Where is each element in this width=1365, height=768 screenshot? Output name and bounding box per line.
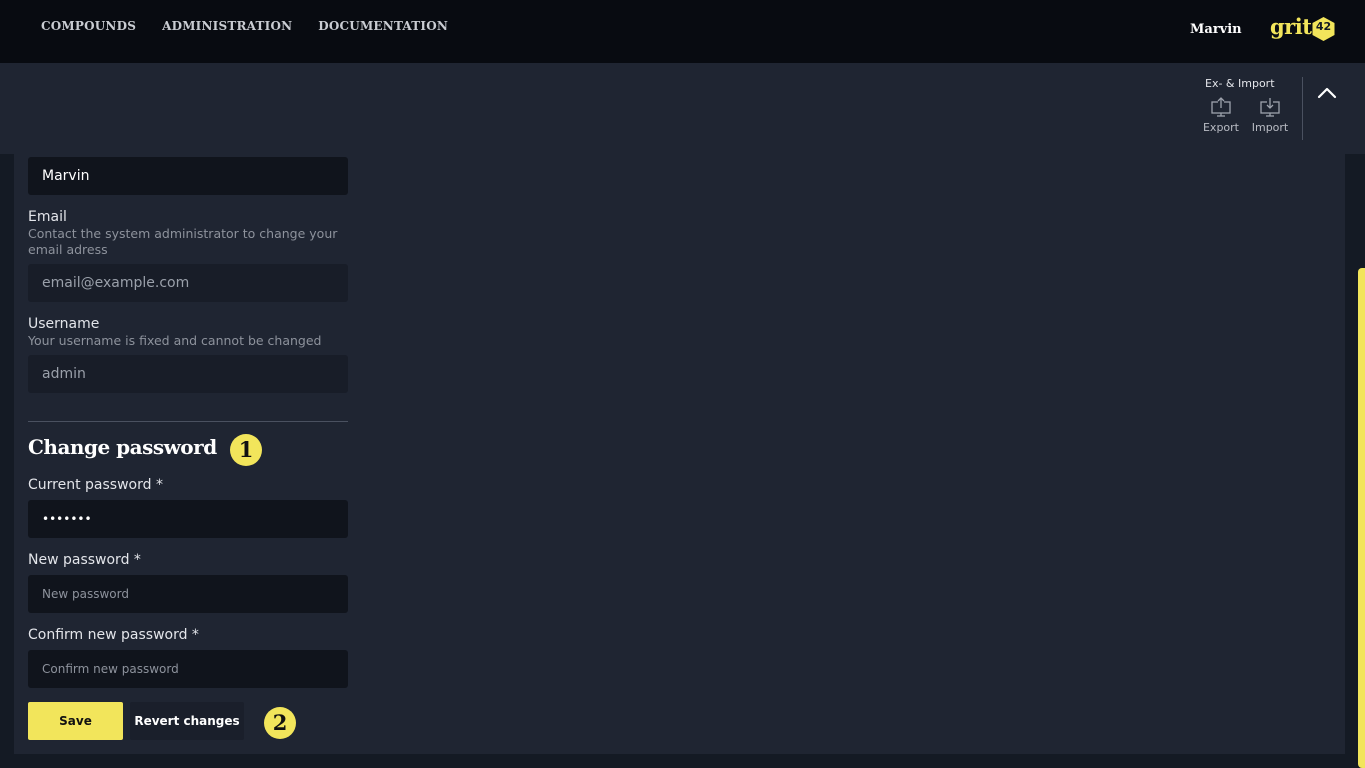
logo-text: grit — [1270, 14, 1312, 39]
email-label: Email — [28, 209, 67, 225]
top-navigation-bar: COMPOUNDS ADMINISTRATION DOCUMENTATION M… — [0, 0, 1365, 63]
grit42-logo[interactable]: grit 42 — [1270, 14, 1336, 44]
new-password-label: New password * — [28, 552, 141, 568]
toolbar: Ex- & Import Export Import — [0, 63, 1365, 154]
step-marker-2: 2 — [264, 707, 296, 739]
username-label: Username — [28, 316, 100, 332]
main-nav: COMPOUNDS ADMINISTRATION DOCUMENTATION — [41, 19, 448, 33]
step-marker-1: 1 — [230, 434, 262, 466]
name-field[interactable]: Marvin — [28, 157, 348, 195]
username-hint: Your username is fixed and cannot be cha… — [28, 333, 322, 348]
confirm-password-field[interactable]: Confirm new password — [28, 650, 348, 688]
confirm-password-label: Confirm new password * — [28, 627, 199, 643]
email-field[interactable]: email@example.com — [28, 264, 348, 302]
email-hint: Contact the system administrator to chan… — [28, 226, 338, 257]
logo-number: 42 — [1315, 20, 1332, 33]
export-label: Export — [1202, 121, 1239, 134]
new-password-field[interactable]: New password — [28, 575, 348, 613]
toolbar-divider — [1302, 77, 1303, 140]
section-divider — [28, 421, 348, 422]
export-button[interactable]: Export — [1201, 97, 1241, 134]
change-password-title: Change password — [28, 435, 217, 459]
export-icon — [1211, 97, 1231, 117]
user-menu[interactable]: Marvin — [1190, 22, 1242, 37]
ex-import-group-title: Ex- & Import — [1205, 77, 1275, 90]
nav-item-compounds[interactable]: COMPOUNDS — [41, 19, 136, 33]
save-button[interactable]: Save — [28, 702, 123, 740]
username-field[interactable]: admin — [28, 355, 348, 393]
profile-settings-card: Marvin Email Contact the system administ… — [14, 154, 1345, 754]
nav-item-administration[interactable]: ADMINISTRATION — [162, 19, 292, 33]
import-button[interactable]: Import — [1250, 97, 1290, 134]
import-icon — [1260, 98, 1280, 117]
current-password-label: Current password * — [28, 477, 163, 493]
import-label: Import — [1251, 121, 1289, 134]
nav-item-documentation[interactable]: DOCUMENTATION — [318, 19, 448, 33]
revert-changes-button[interactable]: Revert changes — [130, 702, 244, 740]
current-password-field[interactable]: ••••••• — [28, 500, 348, 538]
chevron-up-icon[interactable] — [1314, 81, 1340, 105]
scrollbar-thumb[interactable] — [1358, 268, 1365, 768]
